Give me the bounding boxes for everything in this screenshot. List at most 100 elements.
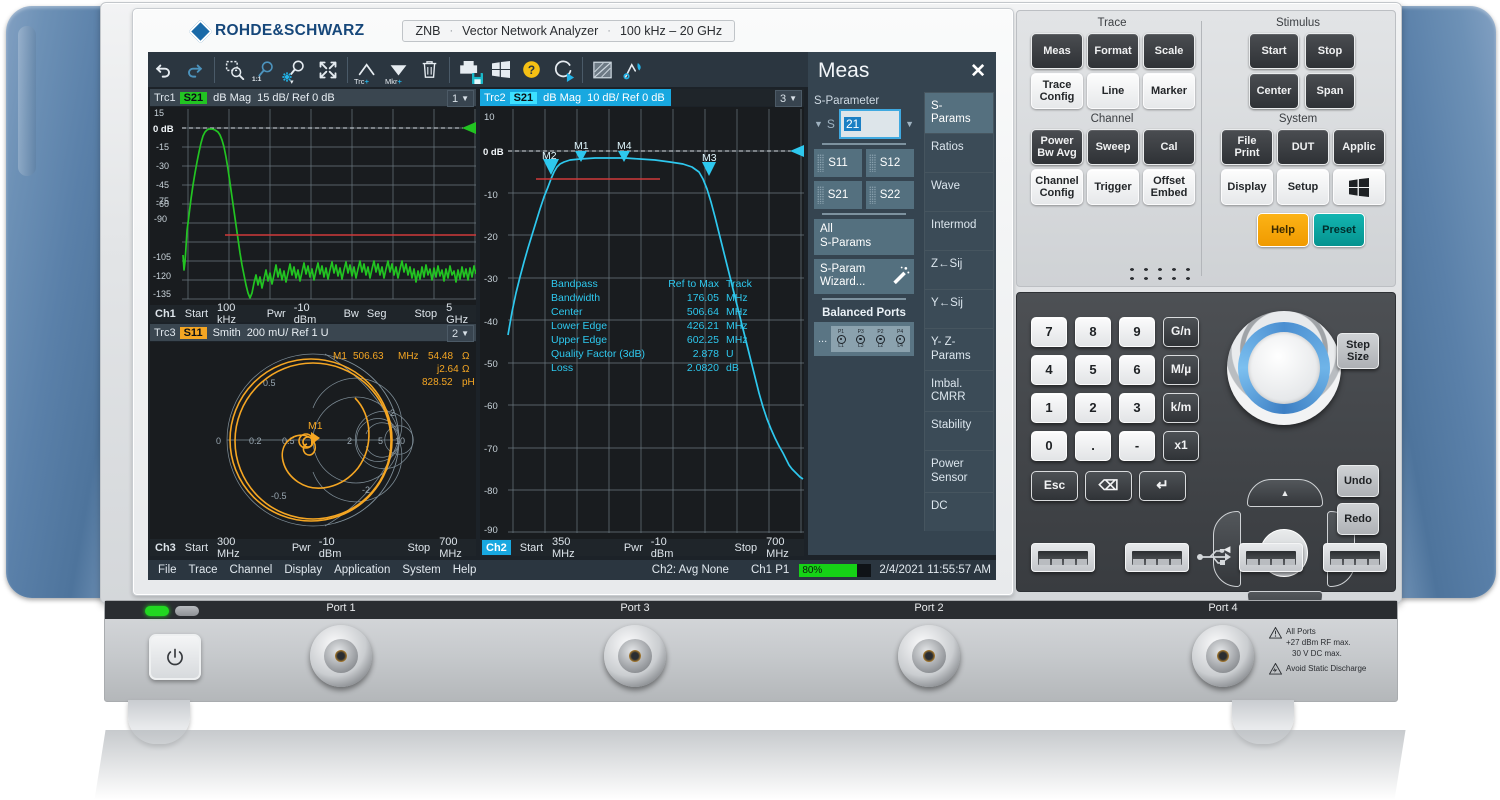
key-enter[interactable]: ↵ bbox=[1139, 471, 1186, 501]
connector-port-3[interactable] bbox=[604, 625, 666, 687]
zoom-config-icon[interactable]: ▾ bbox=[281, 55, 312, 85]
key-meas[interactable]: Meas bbox=[1031, 33, 1083, 69]
sparameter-combo[interactable]: ▼ S 21 ▼ bbox=[814, 109, 914, 139]
trc3-window-select[interactable]: 2▼ bbox=[447, 325, 474, 342]
menu-channel[interactable]: Channel bbox=[224, 564, 279, 576]
key-setup[interactable]: Setup bbox=[1277, 169, 1329, 205]
zoom-select-icon[interactable] bbox=[219, 55, 250, 85]
add-marker-icon[interactable]: Mkr+ bbox=[383, 55, 414, 85]
trace-header-trc1[interactable]: Trc1 S21 dB Mag 15 dB/ Ref 0 dB 1▼ bbox=[150, 89, 476, 106]
undo-icon[interactable] bbox=[148, 55, 179, 85]
sparam-wizard-button[interactable]: S-ParamWizard... bbox=[814, 259, 914, 295]
menu-trace[interactable]: Trace bbox=[183, 564, 224, 576]
chevron-down-icon-left[interactable]: ▼ bbox=[814, 119, 823, 129]
key-help[interactable]: Help bbox=[1257, 213, 1309, 247]
zoom-1to1-icon[interactable]: 1:1 bbox=[250, 55, 281, 85]
key-7[interactable]: 7 bbox=[1031, 317, 1067, 347]
meas-tab-power[interactable]: PowerSensor bbox=[924, 450, 994, 491]
key-windows[interactable] bbox=[1333, 169, 1385, 205]
menu-application[interactable]: Application bbox=[328, 564, 396, 576]
key-line[interactable]: Line bbox=[1087, 73, 1139, 109]
delete-icon[interactable] bbox=[414, 55, 445, 85]
key-center[interactable]: Center bbox=[1249, 73, 1299, 109]
power-button[interactable] bbox=[149, 634, 201, 680]
menu-file[interactable]: File bbox=[152, 564, 183, 576]
maximize-icon[interactable] bbox=[312, 55, 343, 85]
sparam-button-s22[interactable]: S22 bbox=[866, 181, 914, 209]
trace-header-trc2[interactable]: Trc2 S21 dB Mag 10 dB/ Ref 0 dB 3▼ bbox=[480, 89, 804, 106]
all-sparams-button[interactable]: AllS-Params bbox=[814, 219, 914, 255]
connector-port-2[interactable] bbox=[898, 625, 960, 687]
key-start[interactable]: Start bbox=[1249, 33, 1299, 69]
key-mega-micro[interactable]: M/µ bbox=[1163, 355, 1199, 385]
key-minus[interactable]: - bbox=[1119, 431, 1155, 461]
meas-tab-imbal[interactable]: Imbal.CMRR bbox=[924, 370, 994, 411]
key-trace-config[interactable]: TraceConfig bbox=[1031, 73, 1083, 109]
usb-port-2[interactable] bbox=[1125, 543, 1189, 572]
key-9[interactable]: 9 bbox=[1119, 317, 1155, 347]
rotary-knob[interactable] bbox=[1227, 311, 1341, 425]
key-kilo-milli[interactable]: k/m bbox=[1163, 393, 1199, 423]
key-scale[interactable]: Scale bbox=[1143, 33, 1195, 69]
meas-tab-dc[interactable]: DC bbox=[924, 492, 994, 531]
balanced-ports-button[interactable]: ... P1L1 P3L3 P2L2 P4L4 bbox=[814, 322, 914, 356]
connector-port-1[interactable] bbox=[310, 625, 372, 687]
meas-tab-z-sij[interactable]: Z←Sij bbox=[924, 250, 994, 289]
key-marker[interactable]: Marker bbox=[1143, 73, 1195, 109]
close-icon[interactable]: ✕ bbox=[970, 62, 986, 81]
key-decimal-point[interactable]: . bbox=[1075, 431, 1111, 461]
meas-tab-s[interactable]: S-Params bbox=[924, 92, 994, 133]
key-4[interactable]: 4 bbox=[1031, 355, 1067, 385]
meas-tab-wave[interactable]: Wave bbox=[924, 172, 994, 211]
meas-tab-stability[interactable]: Stability bbox=[924, 411, 994, 450]
refresh-icon[interactable] bbox=[547, 55, 578, 85]
key-power-bw-avg[interactable]: PowerBw Avg bbox=[1031, 129, 1083, 165]
key-cal[interactable]: Cal bbox=[1143, 129, 1195, 165]
add-trace-icon[interactable]: Trc+ bbox=[352, 55, 383, 85]
key-backspace[interactable]: ⌫ bbox=[1085, 471, 1132, 501]
windows-icon[interactable] bbox=[485, 55, 516, 85]
menu-system[interactable]: System bbox=[396, 564, 446, 576]
key-undo[interactable]: Undo bbox=[1337, 465, 1379, 497]
connector-port-4[interactable] bbox=[1192, 625, 1254, 687]
usb-port-4[interactable] bbox=[1323, 543, 1387, 572]
usb-port-3[interactable] bbox=[1239, 543, 1303, 572]
key-5[interactable]: 5 bbox=[1075, 355, 1111, 385]
key-step-size[interactable]: StepSize bbox=[1337, 333, 1379, 369]
key-sweep[interactable]: Sweep bbox=[1087, 129, 1139, 165]
key-dut[interactable]: DUT bbox=[1277, 129, 1329, 165]
plot-trc2[interactable]: M1 M4 M2 M3 10 -10-20-30 -40-50-60 -70-8… bbox=[480, 107, 804, 539]
key-6[interactable]: 6 bbox=[1119, 355, 1155, 385]
trc1-window-select[interactable]: 1▼ bbox=[447, 90, 474, 107]
calibration-icon[interactable] bbox=[618, 55, 649, 85]
key-span[interactable]: Span bbox=[1305, 73, 1355, 109]
key-file-print[interactable]: FilePrint bbox=[1221, 129, 1273, 165]
plot-trc3-smith[interactable]: 00.20.5 2510 0.5-0.5 2-2 M1 M1506.63MHz … bbox=[150, 342, 476, 539]
meas-tab-y-sij[interactable]: Y←Sij bbox=[924, 289, 994, 328]
key-stop[interactable]: Stop bbox=[1305, 33, 1355, 69]
key-trigger[interactable]: Trigger bbox=[1087, 169, 1139, 205]
key-1[interactable]: 1 bbox=[1031, 393, 1067, 423]
ch2-label[interactable]: Ch2 bbox=[482, 540, 511, 555]
sparam-input[interactable]: 21 bbox=[839, 109, 901, 139]
key-channel-config[interactable]: ChannelConfig bbox=[1031, 169, 1083, 205]
sparam-button-s21[interactable]: S21 bbox=[814, 181, 862, 209]
key-preset[interactable]: Preset bbox=[1313, 213, 1365, 247]
key-0[interactable]: 0 bbox=[1031, 431, 1067, 461]
redo-icon[interactable] bbox=[179, 55, 210, 85]
key-redo[interactable]: Redo bbox=[1337, 503, 1379, 535]
menu-display[interactable]: Display bbox=[278, 564, 328, 576]
sparam-button-s12[interactable]: S12 bbox=[866, 149, 914, 177]
key-3[interactable]: 3 bbox=[1119, 393, 1155, 423]
chevron-down-icon-right[interactable]: ▼ bbox=[905, 119, 914, 129]
meas-tab-ratios[interactable]: Ratios bbox=[924, 133, 994, 172]
usb-port-1[interactable] bbox=[1031, 543, 1095, 572]
key-applic[interactable]: Applic bbox=[1333, 129, 1385, 165]
key-2[interactable]: 2 bbox=[1075, 393, 1111, 423]
meas-tab-intermod[interactable]: Intermod bbox=[924, 211, 994, 250]
help-icon[interactable]: ? bbox=[516, 55, 547, 85]
trc2-window-select[interactable]: 3▼ bbox=[775, 90, 802, 107]
plot-trc1[interactable]: 15-90 -15-30-45 -60 -75 -105-120-135 0 d… bbox=[150, 107, 476, 305]
key-format[interactable]: Format bbox=[1087, 33, 1139, 69]
meas-tab-y-z[interactable]: Y- Z-Params bbox=[924, 328, 994, 369]
